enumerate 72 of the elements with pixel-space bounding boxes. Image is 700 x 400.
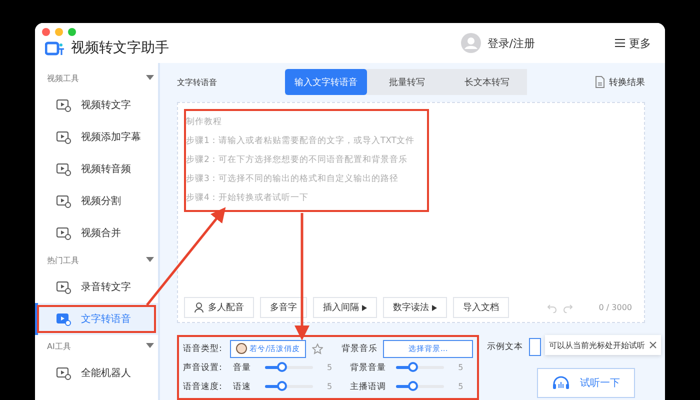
slider-thumb[interactable] xyxy=(408,381,418,391)
text-editor[interactable]: 制作教程 步骤1：请输入或者粘贴需要配音的文字，或导入TXT文件 步骤2：可在下方选择您想要的不同语音配置和背景音乐 步骤3：可选择不同的输出的格式和自定义输出的路径 步骤4：开始转换或者试听一下 多人配音 多音字 插入间隔 数字读法 导入文档 0 / 3000 xyxy=(177,102,645,323)
avatar-icon xyxy=(461,33,482,53)
sidebar-item[interactable]: 录音转文字 xyxy=(35,271,158,303)
sidebar-item[interactable]: 全能机器人 xyxy=(35,357,158,389)
caret-icon[interactable] xyxy=(146,75,154,81)
slider-value: 5 xyxy=(327,382,332,391)
placeholder-text: 步骤3：可选择不同的输出的格式和自定义输出的路径 xyxy=(186,172,400,186)
toolbar-button[interactable]: 多人配音 xyxy=(184,297,254,318)
tool-icon xyxy=(55,225,71,241)
sidebar-item[interactable]: 视频合并 xyxy=(35,217,158,249)
tool-icon xyxy=(55,311,71,327)
slider-value: 5 xyxy=(458,382,464,391)
slider-label: 音量 xyxy=(233,362,252,374)
toolbar-button[interactable]: 数字读法 xyxy=(383,297,447,318)
star-icon[interactable] xyxy=(312,342,324,354)
slider-thumb[interactable] xyxy=(276,381,287,391)
caret-icon[interactable] xyxy=(146,343,154,349)
toolbar-button[interactable]: 插入间隔 xyxy=(313,297,377,318)
listen-button[interactable]: 试听一下 xyxy=(537,368,635,398)
caret-icon[interactable] xyxy=(146,257,154,263)
sample-text-label: 示例文本 xyxy=(487,341,523,353)
tool-icon xyxy=(55,129,71,145)
slider-value: 5 xyxy=(458,363,464,372)
tool-icon xyxy=(55,161,71,177)
menu-icon xyxy=(615,38,625,48)
placeholder-text: 制作教程 xyxy=(186,116,223,129)
tab[interactable]: 长文本转写 xyxy=(447,69,527,95)
section-title: 视频工具 xyxy=(47,72,79,84)
toolbar-button[interactable]: 导入文档 xyxy=(453,297,509,318)
headphones-icon xyxy=(552,375,570,391)
placeholder-text: 步骤1：请输入或者粘贴需要配音的文字，或导入TXT文件 xyxy=(186,134,416,148)
document-icon xyxy=(595,76,605,88)
setting-label: 语音类型: xyxy=(183,342,223,354)
section-title: 热门工具 xyxy=(47,254,79,266)
person-icon xyxy=(194,302,205,313)
slider-label: 语速 xyxy=(233,380,252,392)
caret-icon xyxy=(432,304,437,310)
sidebar-item[interactable]: 视频转音频 xyxy=(35,153,158,185)
tab[interactable]: 批量转写 xyxy=(367,69,447,95)
more-button[interactable]: 更多 xyxy=(615,36,651,50)
tool-icon xyxy=(55,279,71,295)
caret-icon xyxy=(362,304,367,310)
tool-icon xyxy=(55,193,71,209)
setting-label: 语音速度: xyxy=(183,380,223,392)
slider-label: 主播语调 xyxy=(350,380,388,392)
slider-thumb[interactable] xyxy=(276,362,287,372)
slider-value: 5 xyxy=(327,363,332,372)
tool-icon xyxy=(55,97,71,113)
app-logo-icon xyxy=(45,40,65,56)
sidebar-item[interactable]: 视频分割 xyxy=(35,185,158,217)
character-counter: 0 / 3000 xyxy=(598,303,632,312)
toolbar-button[interactable]: 多音字 xyxy=(260,297,307,318)
setting-label: 声音设置: xyxy=(183,362,223,374)
avatar-icon xyxy=(236,343,247,354)
sample-text-field[interactable] xyxy=(529,338,541,356)
placeholder-text: 步骤4：开始转换或者试听一下 xyxy=(186,192,310,205)
setting-label: 背景音乐 xyxy=(341,342,378,354)
tool-icon xyxy=(55,365,71,381)
slider-thumb[interactable] xyxy=(408,362,418,372)
placeholder-text: 步骤2：可在下方选择您想要的不同语音配置和背景音乐 xyxy=(186,154,408,167)
result-link[interactable]: 转换结果 xyxy=(595,76,645,88)
slider-label: 背景音量 xyxy=(350,362,388,374)
sidebar-item[interactable]: 视频转文字 xyxy=(35,89,158,121)
window-title: 视频转文字助手 xyxy=(71,39,169,57)
close-icon[interactable] xyxy=(649,341,657,349)
tab[interactable]: 输入文字转语音 xyxy=(285,69,367,95)
tooltip-text: 可以从当前光标处开始试听 xyxy=(549,340,645,350)
section-title: AI工具 xyxy=(47,340,71,352)
page-title: 文字转语音 xyxy=(177,76,218,88)
login-button[interactable]: 登录/注册 xyxy=(461,33,535,53)
sidebar-item[interactable]: 视频添加字幕 xyxy=(35,121,158,153)
